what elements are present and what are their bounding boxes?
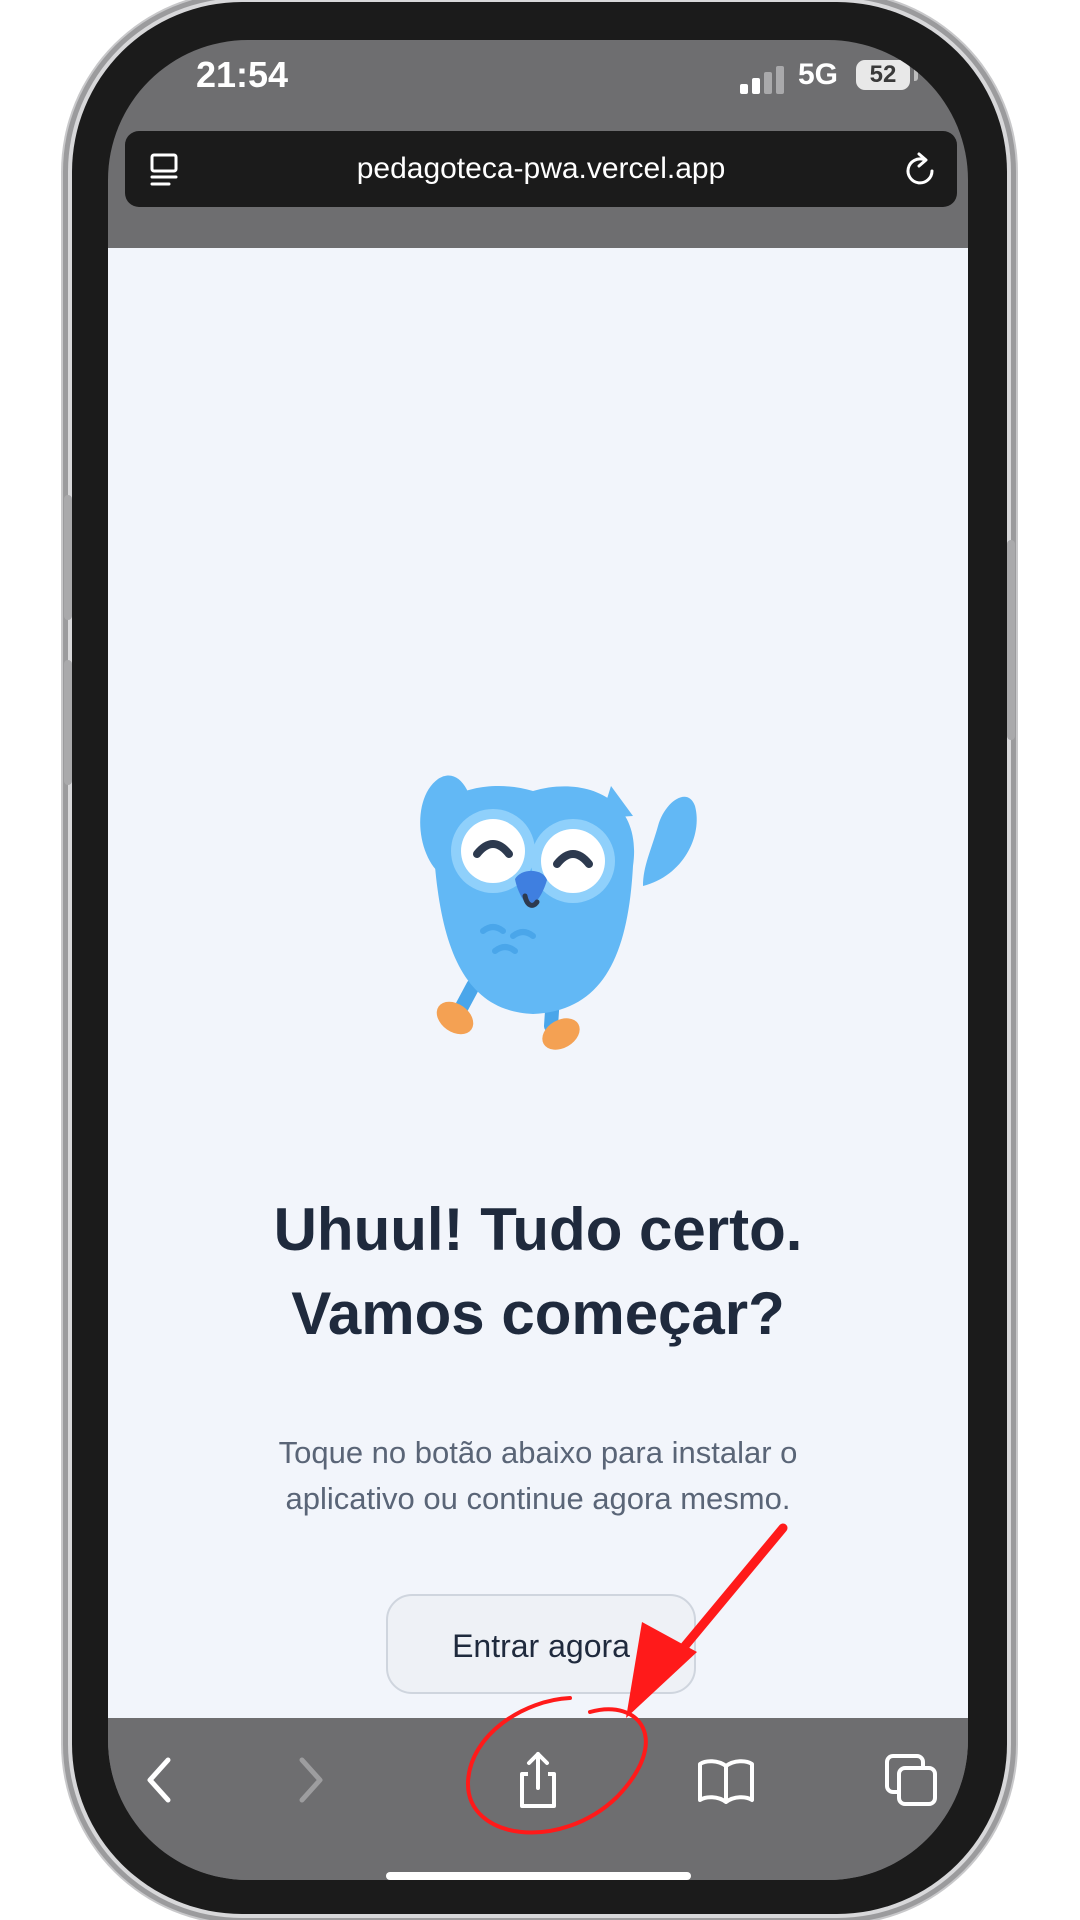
subtext-line-1: Toque no botão abaixo para instalar o	[278, 1435, 798, 1470]
headline-line-1: Uhuul! Tudo certo.	[273, 1196, 803, 1263]
power-button	[1007, 540, 1015, 740]
bookmarks-icon[interactable]	[696, 1750, 756, 1810]
tabs-icon[interactable]	[881, 1750, 941, 1810]
owl-mascot	[420, 775, 697, 1050]
page-subtext: Toque no botão abaixo para instalar o ap…	[108, 1430, 968, 1522]
home-indicator	[386, 1872, 691, 1880]
battery-icon: 52	[856, 60, 910, 90]
status-time: 21:54	[196, 54, 289, 95]
reload-icon[interactable]	[901, 151, 939, 189]
headline-line-2: Vamos começar?	[291, 1280, 785, 1347]
signal-icon	[740, 66, 784, 94]
address-bar[interactable]: pedagoteca-pwa.vercel.app	[125, 131, 957, 207]
back-icon[interactable]	[130, 1750, 190, 1810]
subtext-line-2: aplicativo ou continue agora mesmo.	[285, 1481, 791, 1516]
page-content: Uhuul! Tudo certo. Vamos começar? Toque …	[108, 248, 968, 1718]
volume-button	[64, 660, 72, 785]
phone-screen: 21:54 5G 52 pedagoteca-pwa.vercel.app Uh…	[108, 40, 968, 1880]
action-button	[64, 495, 72, 620]
battery-cap	[914, 69, 918, 81]
enter-now-button[interactable]: Entrar agora	[386, 1594, 696, 1694]
network-label: 5G	[798, 58, 839, 91]
page-headline: Uhuul! Tudo certo. Vamos começar?	[108, 1188, 968, 1356]
url-text[interactable]: pedagoteca-pwa.vercel.app	[125, 131, 957, 207]
forward-icon[interactable]	[280, 1750, 340, 1810]
share-icon[interactable]	[508, 1750, 568, 1810]
